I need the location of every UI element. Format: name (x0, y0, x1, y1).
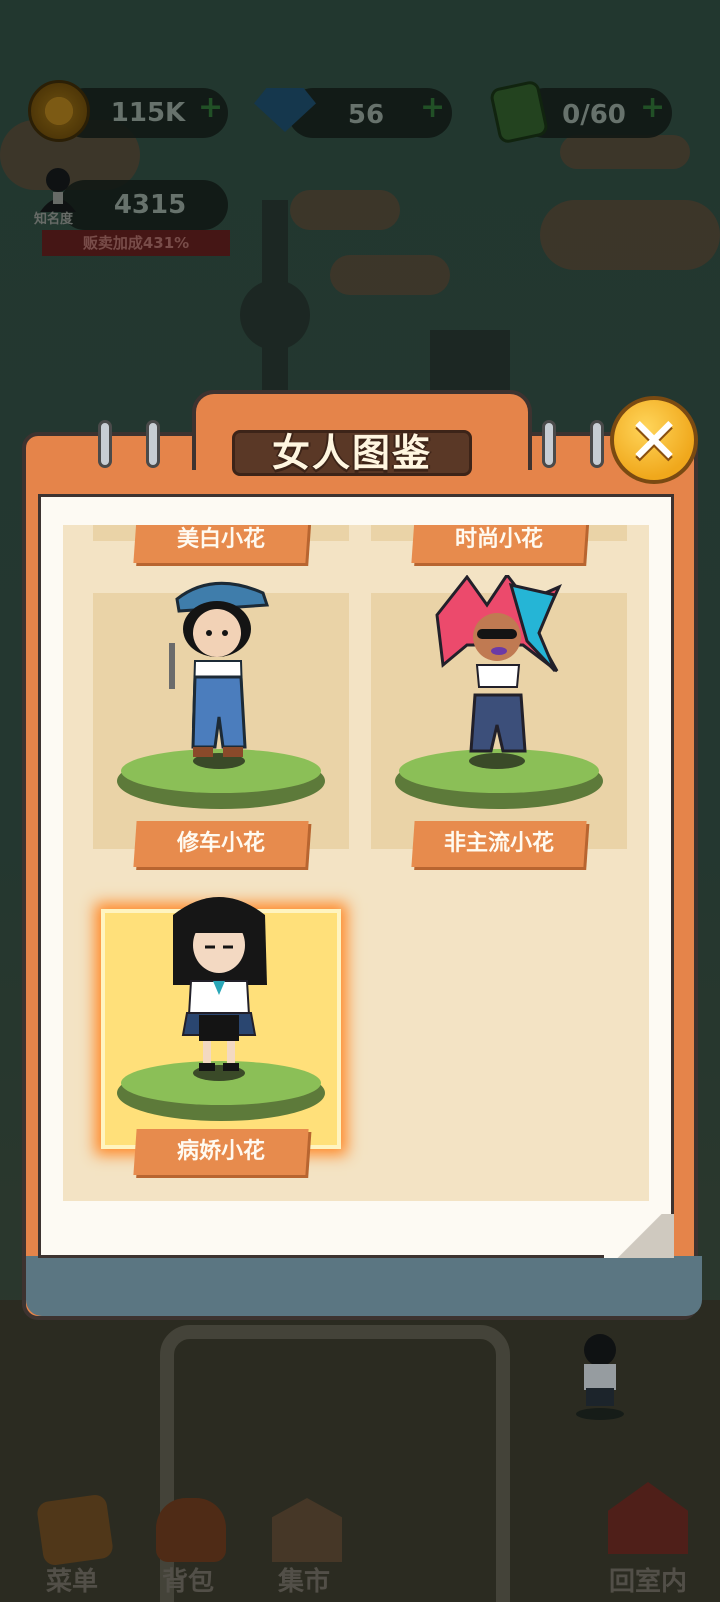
card-label-fashion: 时尚小花 (411, 525, 587, 563)
card-label-whitening: 美白小花 (133, 525, 309, 563)
collection-page: 美白小花 时尚小花 修车小花 非主流小花 病娇小花 (38, 494, 674, 1258)
modal-frame-shade (26, 1256, 702, 1316)
binder-ring (98, 420, 112, 468)
collection-grid[interactable]: 美白小花 时尚小花 修车小花 非主流小花 病娇小花 (63, 525, 649, 1201)
card-label-mechanic: 修车小花 (133, 821, 309, 867)
binder-ring (542, 420, 556, 468)
card-label-yandere: 病娇小花 (133, 1129, 309, 1175)
yandere-girl-character-icon (173, 897, 267, 1081)
binder-ring (146, 420, 160, 468)
close-button[interactable]: ✕ (610, 396, 698, 484)
close-icon: ✕ (627, 405, 681, 479)
binder-ring (590, 420, 604, 468)
card-label-non-mainstream: 非主流小花 (411, 821, 587, 867)
collection-modal: 女人图鉴 ✕ 美白小花 时尚小花 修车小花 非主流小花 病娇小花 (22, 390, 702, 1330)
punk-girl-character-icon (435, 575, 563, 769)
mechanic-girl-character-icon (169, 581, 270, 769)
modal-title: 女人图鉴 (271, 431, 432, 475)
page-curl-corner (604, 1214, 674, 1258)
